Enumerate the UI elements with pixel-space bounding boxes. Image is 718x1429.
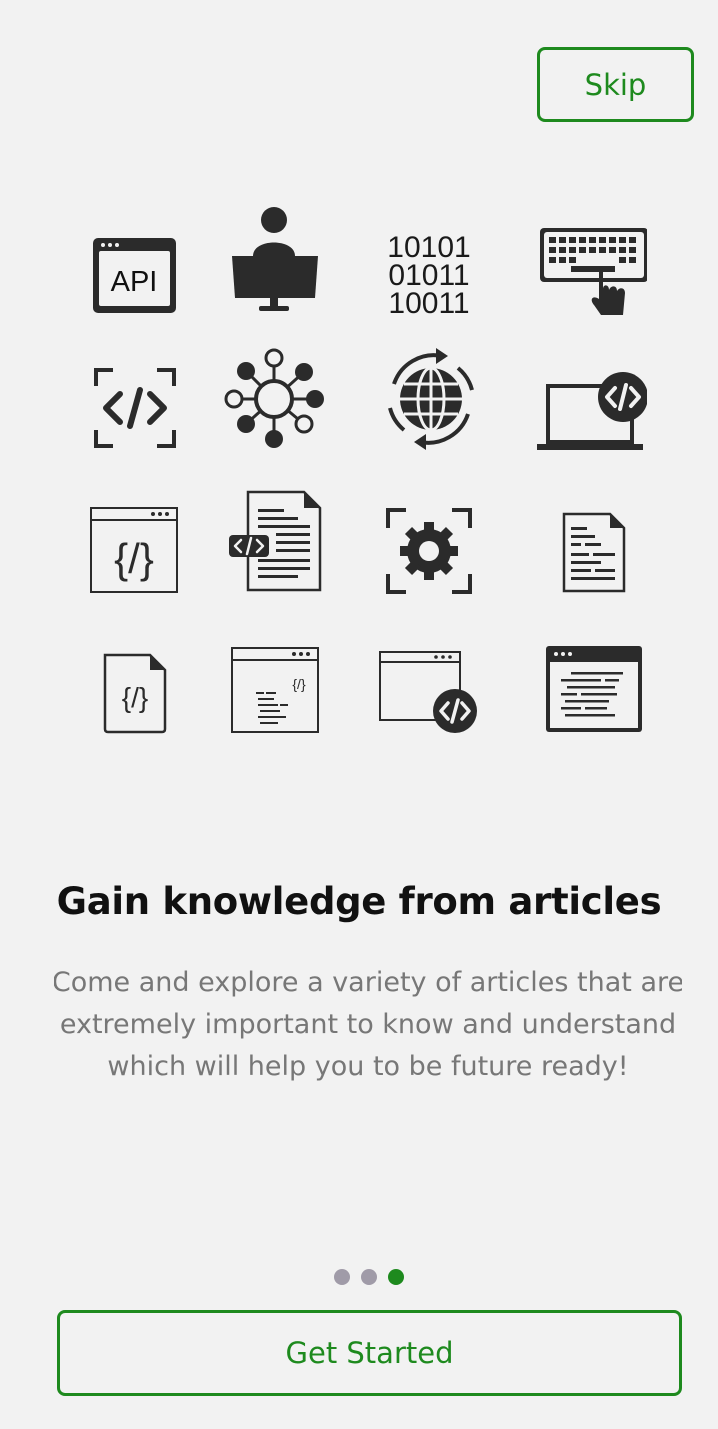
global-sync-icon	[374, 344, 484, 454]
onboarding-screen: Skip API 10101 01011 10011 {/} {/} {/} G…	[0, 0, 718, 1429]
browser-code-badge-icon	[374, 640, 484, 750]
svg-text:{/}: {/}	[292, 676, 306, 692]
get-started-button[interactable]: Get Started	[57, 1310, 682, 1396]
browser-code-icon: {/}	[79, 495, 189, 605]
code-document-icon	[220, 487, 330, 597]
api-window-icon: API	[79, 221, 189, 331]
code-file-icon: {/}	[80, 637, 190, 747]
page-dot[interactable]	[334, 1269, 350, 1285]
page-dot[interactable]	[361, 1269, 377, 1285]
page-dot-active[interactable]	[388, 1269, 404, 1285]
network-hub-icon	[220, 344, 330, 454]
code-editor-window-icon: {/}	[220, 634, 330, 744]
binary-code-icon: 10101 01011 10011	[374, 221, 484, 331]
api-label: API	[111, 266, 158, 298]
description-line-1: Come and explore a variety of articles t…	[54, 967, 682, 998]
description-line-3: which will help you to be future ready!	[107, 1051, 629, 1082]
onboarding-title: Gain knowledge from articles	[56, 880, 662, 923]
binary-line-3: 10011	[388, 287, 469, 320]
svg-text:{/}: {/}	[122, 682, 148, 713]
developer-at-desk-icon	[220, 203, 330, 313]
description-line-2: extremely important to know and understa…	[59, 1009, 677, 1040]
code-scan-icon	[80, 354, 190, 464]
dark-code-window-icon	[537, 634, 647, 744]
text-document-icon	[537, 497, 647, 607]
keyboard-typing-icon	[537, 219, 647, 329]
skip-button[interactable]: Skip	[537, 47, 694, 122]
page-indicator	[334, 1269, 404, 1285]
laptop-code-icon	[537, 360, 647, 470]
onboarding-description: Come and explore a variety of articles t…	[54, 962, 682, 1092]
svg-text:{/}: {/}	[114, 535, 154, 582]
gear-scan-icon	[374, 496, 484, 606]
